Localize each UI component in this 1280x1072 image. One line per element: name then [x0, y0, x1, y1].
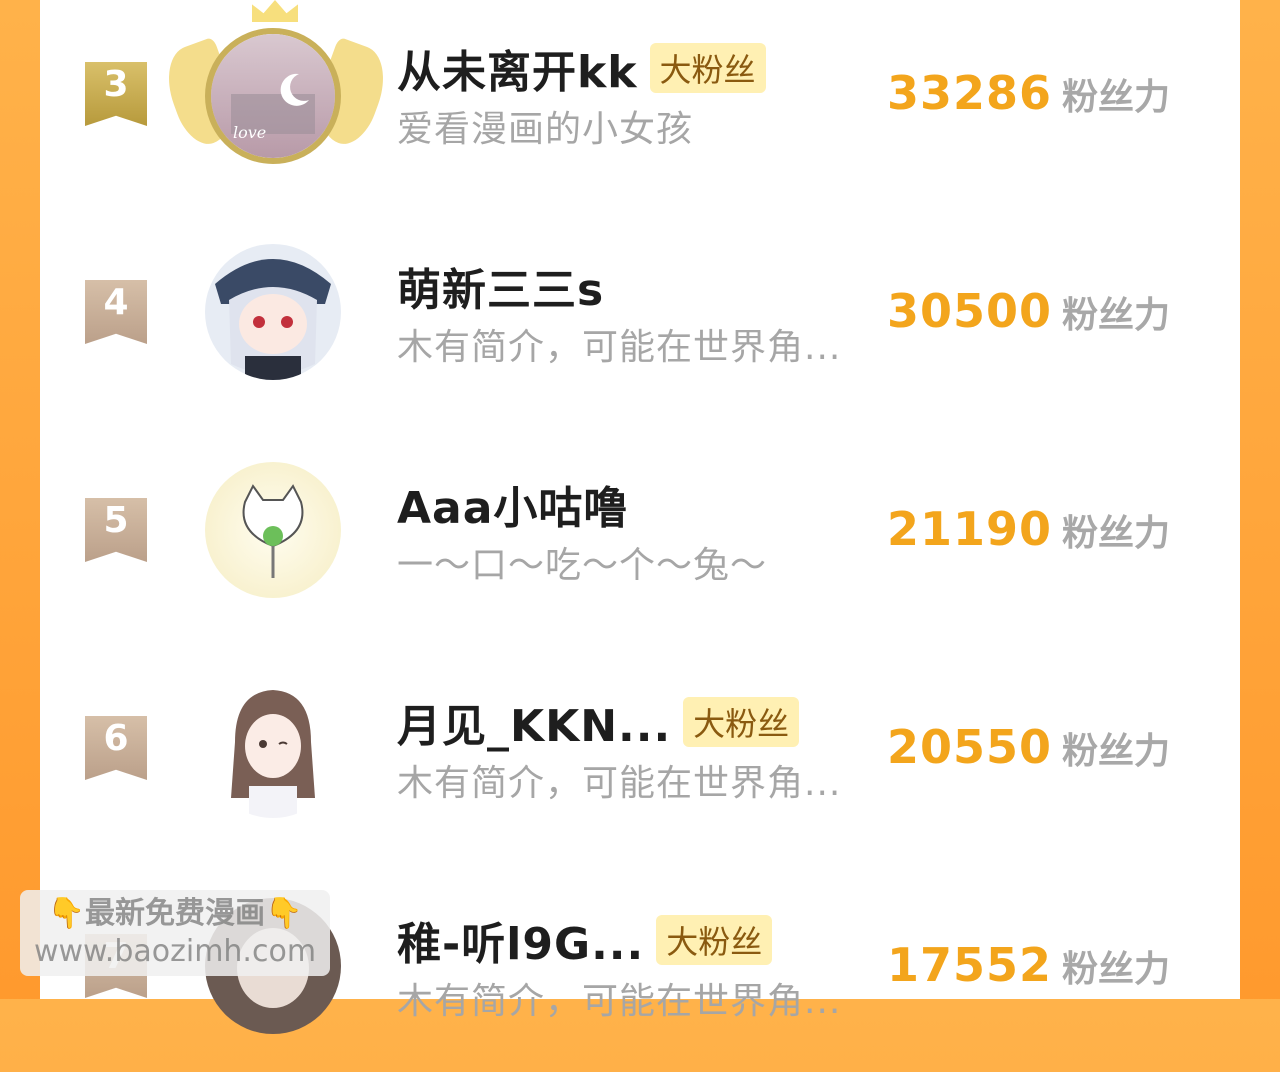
- user-name-text: 稚-听l9G...: [397, 919, 645, 970]
- score-value: 21190: [886, 502, 1052, 556]
- score-unit: 粉丝力: [1061, 295, 1170, 336]
- watermark-line1: 👇最新免费漫画👇: [48, 895, 303, 933]
- score-unit: 粉丝力: [1061, 949, 1170, 990]
- user-name[interactable]: 萌新三三s: [397, 254, 604, 318]
- fan-badge: 大粉丝: [649, 43, 766, 93]
- user-name[interactable]: Aaa小咕噜: [397, 472, 628, 536]
- leaderboard-panel: 3 love 从未离开kk 大粉丝 爱看漫画的小女孩 33286 粉丝力 4 萌…: [40, 0, 1240, 1034]
- user-name-text: 从未离开kk: [397, 47, 638, 98]
- score-value: 30500: [886, 284, 1052, 338]
- user-name-text: 萌新三三s: [397, 265, 605, 316]
- score-unit: 粉丝力: [1061, 731, 1170, 772]
- list-item[interactable]: 3 love 从未离开kk 大粉丝 爱看漫画的小女孩 33286 粉丝力: [40, 0, 1240, 200]
- fan-badge: 大粉丝: [683, 697, 800, 747]
- list-item[interactable]: 6 月见_KKN... 大粉丝 木有简介，可能在世界角... 20550 粉丝力: [40, 654, 1240, 854]
- user-name[interactable]: 从未离开kk 大粉丝: [397, 36, 766, 100]
- avatar-image: [205, 244, 341, 380]
- avatar[interactable]: [205, 682, 341, 818]
- score-unit: 粉丝力: [1061, 513, 1170, 554]
- rank-ribbon: 6: [85, 716, 147, 780]
- user-name-text: Aaa小咕噜: [397, 483, 629, 534]
- user-bio: 木有简介，可能在世界角...: [397, 981, 842, 1022]
- avatar-image: [205, 682, 341, 818]
- user-bio: 一～口～吃～个～兔～: [397, 545, 768, 586]
- rank-number: 5: [103, 500, 129, 541]
- score-value: 33286: [886, 66, 1052, 120]
- avatar-image: [205, 462, 341, 598]
- fan-score: 21190 粉丝力: [887, 502, 1170, 556]
- site-watermark: 👇最新免费漫画👇 www.baozimh.com: [20, 890, 330, 976]
- fan-badge: 大粉丝: [656, 915, 773, 965]
- rank-ribbon: 5: [85, 498, 147, 562]
- rank-number: 4: [103, 282, 129, 323]
- rank-number: 3: [103, 64, 129, 105]
- list-item[interactable]: 5 Aaa小咕噜 一～口～吃～个～兔～ 21190 粉丝力: [40, 436, 1240, 636]
- user-name[interactable]: 稚-听l9G... 大粉丝: [397, 908, 773, 972]
- avatar[interactable]: [205, 462, 341, 598]
- score-unit: 粉丝力: [1061, 77, 1170, 118]
- fan-score: 17552 粉丝力: [887, 938, 1170, 992]
- score-value: 20550: [886, 720, 1052, 774]
- user-name[interactable]: 月见_KKN... 大粉丝: [397, 690, 800, 754]
- fan-score: 33286 粉丝力: [887, 66, 1170, 120]
- score-value: 17552: [886, 938, 1052, 992]
- fan-score: 20550 粉丝力: [887, 720, 1170, 774]
- user-bio: 木有简介，可能在世界角...: [397, 327, 842, 368]
- user-name-text: 月见_KKN...: [397, 701, 672, 752]
- rank-number: 6: [103, 718, 129, 759]
- pointing-down-hand-icon: 👇: [265, 896, 303, 931]
- rank-ribbon: 3: [85, 62, 147, 126]
- crown-icon: [252, 0, 298, 22]
- avatar[interactable]: love: [205, 28, 341, 164]
- avatar-image: love: [211, 34, 335, 158]
- svg-text:love: love: [233, 123, 266, 142]
- fan-score: 30500 粉丝力: [887, 284, 1170, 338]
- user-bio: 木有简介，可能在世界角...: [397, 763, 842, 804]
- user-bio: 爱看漫画的小女孩: [397, 109, 694, 150]
- watermark-text: 最新免费漫画: [85, 896, 265, 931]
- rank-ribbon: 4: [85, 280, 147, 344]
- list-item[interactable]: 4 萌新三三s 木有简介，可能在世界角... 30500 粉丝力: [40, 218, 1240, 418]
- pointing-down-hand-icon: 👇: [47, 896, 85, 931]
- avatar[interactable]: [205, 244, 341, 380]
- watermark-line2: www.baozimh.com: [33, 934, 317, 969]
